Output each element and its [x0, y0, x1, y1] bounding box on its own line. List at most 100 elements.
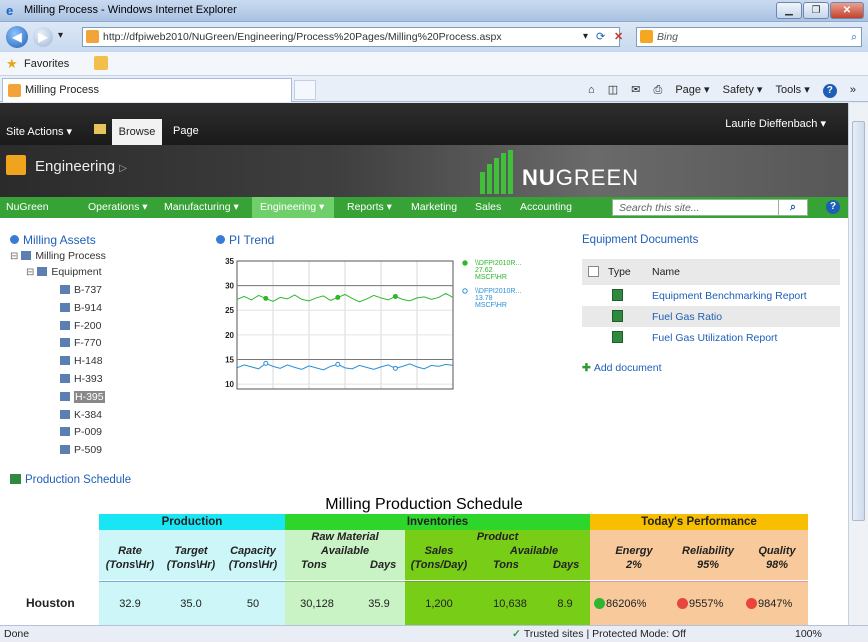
- back-button[interactable]: ◀: [6, 26, 28, 48]
- tree-node-root[interactable]: ⊟ Milling Process: [10, 250, 106, 262]
- help-icon[interactable]: ?: [822, 84, 837, 98]
- stop-button[interactable]: ✕: [614, 30, 623, 43]
- column-name[interactable]: Name: [652, 266, 680, 278]
- document-link[interactable]: Fuel Gas Utilization Report: [652, 332, 777, 344]
- tree-item-label: P-509: [74, 444, 103, 457]
- home-icon[interactable]: ⌂: [588, 84, 595, 96]
- page-scrollbar[interactable]: [848, 103, 868, 625]
- site-search-button[interactable]: ⌕: [778, 199, 808, 216]
- maximize-button[interactable]: ❐: [803, 2, 829, 19]
- legend-label: MSCF\HR: [475, 302, 507, 309]
- col-capacity-unit: (Tons\Hr): [228, 559, 278, 571]
- tree-item-b-914[interactable]: B-914: [60, 302, 102, 314]
- sharepoint-help-icon[interactable]: ?: [826, 200, 840, 214]
- milling-assets-header[interactable]: Milling Assets: [10, 233, 96, 247]
- tree-item-h-393[interactable]: H-393: [60, 373, 103, 385]
- address-toolbar: ◀ ▶ ▾ http://dfpiweb2010/NuGreen/Enginee…: [0, 22, 868, 52]
- cell-target: 35.0: [180, 598, 202, 610]
- nav-item-reports[interactable]: Reports ▾: [347, 201, 392, 213]
- ie-logo-icon: e: [6, 3, 14, 18]
- logo-bold: NU: [522, 165, 556, 190]
- document-link[interactable]: Equipment Benchmarking Report: [652, 290, 807, 302]
- tree-item-h-148[interactable]: H-148: [60, 355, 103, 367]
- pi-trend-chart[interactable]: 101520253035 \\DFPI2010R...27.62MSCF\HR\\…: [215, 251, 549, 401]
- address-input[interactable]: http://dfpiweb2010/NuGreen/Engineering/P…: [82, 27, 620, 47]
- add-favorite-icon[interactable]: [94, 56, 108, 70]
- address-dropdown-button[interactable]: ▾: [583, 31, 588, 42]
- expander-icon[interactable]: ⊟: [10, 251, 18, 262]
- col-sales-unit: (Tons/Day): [410, 559, 468, 571]
- status-bar: Done ✓ Trusted sites | Protected Mode: Of…: [0, 625, 868, 642]
- expander-icon[interactable]: ⊟: [26, 267, 34, 278]
- ribbon-tab-browse[interactable]: Browse: [112, 119, 162, 145]
- site-title[interactable]: Engineering ▷: [35, 158, 127, 175]
- cell-reliability: 9557%: [677, 598, 723, 610]
- page-menu[interactable]: Page ▾: [675, 84, 709, 96]
- ribbon-tab-page[interactable]: Page: [173, 125, 199, 137]
- y-tick-label: 10: [225, 380, 234, 389]
- col-prod-tons: Tons: [493, 559, 519, 571]
- tree-node-equipment[interactable]: ⊟ Equipment: [26, 266, 102, 278]
- data-point: [392, 293, 398, 299]
- forward-button[interactable]: ▶: [33, 27, 53, 47]
- new-tab-button[interactable]: [294, 80, 316, 100]
- refresh-button[interactable]: ⟳: [596, 30, 605, 43]
- minimize-button[interactable]: ▁: [776, 2, 802, 19]
- scrollbar-thumb[interactable]: [852, 121, 865, 521]
- zoom-control[interactable]: 100%: [795, 628, 822, 640]
- close-window-button[interactable]: ✕: [830, 2, 864, 19]
- col-capacity: Capacity: [230, 545, 276, 557]
- document-link[interactable]: Fuel Gas Ratio: [652, 311, 722, 323]
- legend-label: \\DFPI2010R...: [475, 288, 521, 295]
- search-icon[interactable]: ⌕: [851, 28, 857, 46]
- production-schedule-header[interactable]: Production Schedule: [10, 474, 131, 486]
- cell-capacity: 50: [246, 598, 260, 610]
- tree-item-b-737[interactable]: B-737: [60, 284, 102, 296]
- add-document-link[interactable]: ✚ Add document: [582, 362, 840, 374]
- nav-item-engineering[interactable]: Engineering ▾: [252, 197, 334, 218]
- product-label: Product: [476, 531, 519, 543]
- tree-item-f-200[interactable]: F-200: [60, 320, 101, 332]
- navigate-up-icon[interactable]: [94, 124, 106, 134]
- equipment-documents-title[interactable]: Equipment Documents: [582, 234, 840, 246]
- nav-item-nugreen[interactable]: NuGreen: [6, 201, 49, 213]
- mail-icon[interactable]: ✉: [631, 84, 640, 96]
- print-icon[interactable]: ⎙: [653, 84, 662, 96]
- equipment-icon: [60, 391, 70, 401]
- browser-search-input[interactable]: Bing ⌕: [636, 27, 862, 47]
- select-all-checkbox[interactable]: [588, 266, 599, 277]
- nav-item-operations[interactable]: Operations ▾: [88, 201, 148, 213]
- tree-item-h-395[interactable]: H-395: [60, 390, 105, 403]
- col-raw-tons: Tons: [301, 559, 327, 571]
- tab-milling-process[interactable]: Milling Process: [2, 78, 292, 102]
- y-tick-label: 15: [225, 355, 234, 364]
- tree-item-p-009[interactable]: P-009: [60, 426, 102, 438]
- tree-item-k-384[interactable]: K-384: [60, 409, 102, 421]
- nav-item-manufacturing[interactable]: Manufacturing ▾: [164, 201, 239, 213]
- safety-menu[interactable]: Safety ▾: [723, 84, 763, 96]
- cell-sales: 1,200: [425, 598, 453, 610]
- site-actions-menu[interactable]: Site Actions ▾: [6, 125, 72, 138]
- tree-item-p-509[interactable]: P-509: [60, 444, 102, 456]
- group-production: Production: [99, 514, 285, 530]
- tree-item-f-770[interactable]: F-770: [60, 337, 101, 349]
- tools-menu[interactable]: Tools ▾: [775, 84, 809, 96]
- user-menu[interactable]: Laurie Dieffenbach ▾: [725, 117, 826, 130]
- window-title: Milling Process - Windows Internet Explo…: [24, 4, 237, 16]
- favorites-button[interactable]: Favorites: [24, 58, 69, 70]
- pi-trend-header[interactable]: PI Trend: [216, 233, 274, 247]
- logo-rest: GREEN: [555, 165, 640, 190]
- col-target: Target: [174, 545, 208, 557]
- feeds-icon[interactable]: ◫: [608, 84, 618, 96]
- cell-energy-value: 86206%: [606, 598, 647, 610]
- history-dropdown-button[interactable]: ▾: [58, 30, 63, 41]
- nav-item-marketing[interactable]: Marketing: [411, 201, 457, 213]
- column-type[interactable]: Type: [608, 266, 631, 278]
- folder-icon: [21, 251, 32, 260]
- security-zone[interactable]: ✓ Trusted sites | Protected Mode: Off: [512, 628, 686, 640]
- nav-item-accounting[interactable]: Accounting: [520, 201, 572, 213]
- more-commands-button[interactable]: »: [850, 84, 856, 96]
- add-icon: ✚: [582, 362, 591, 374]
- nav-item-sales[interactable]: Sales: [475, 201, 501, 213]
- equipment-icon: [60, 285, 70, 294]
